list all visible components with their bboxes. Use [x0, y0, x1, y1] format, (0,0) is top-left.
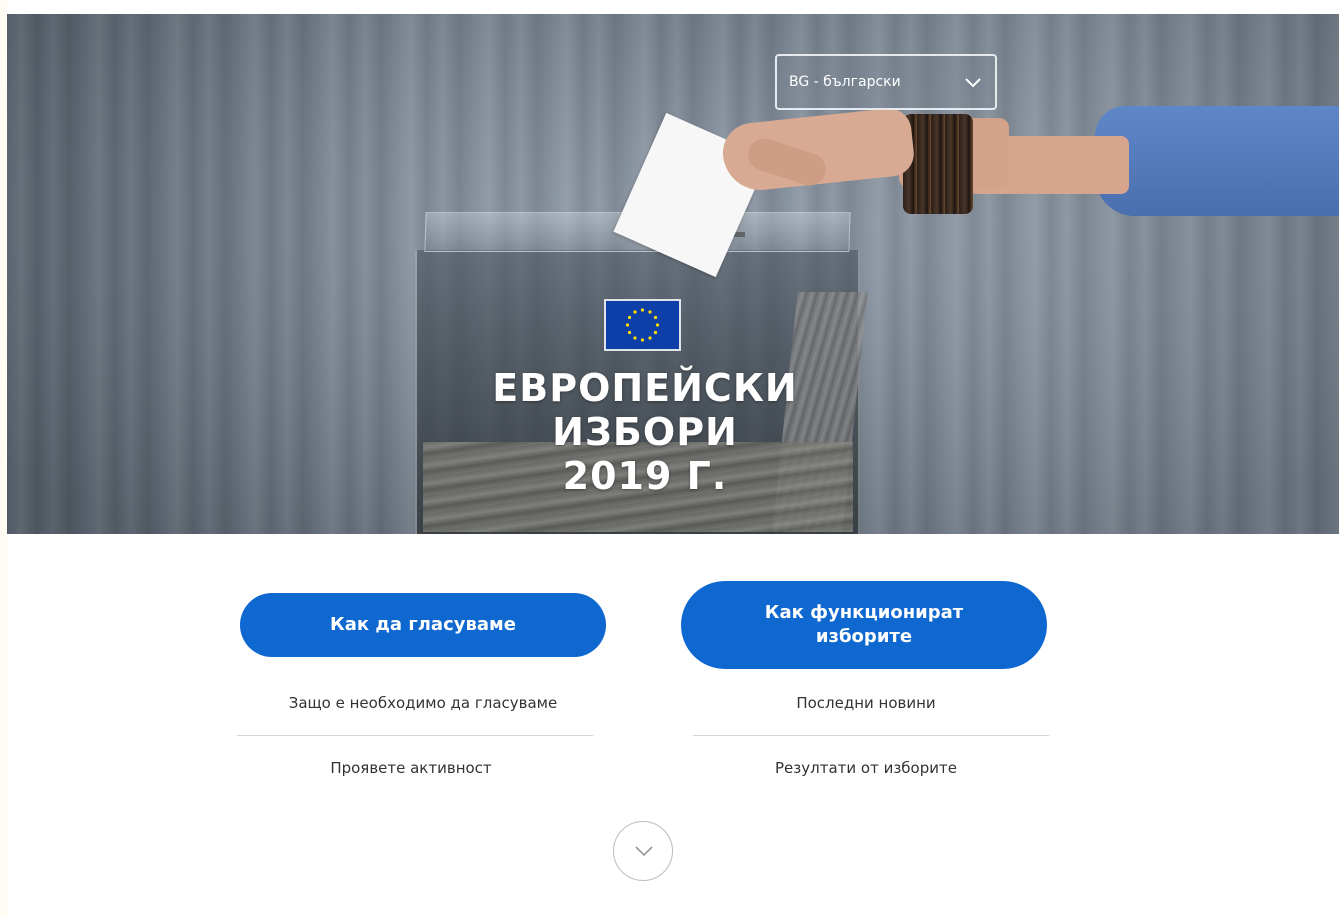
how-elections-work-button[interactable]: Как функционират изборите — [681, 581, 1047, 669]
chevron-down-icon — [965, 78, 981, 88]
eu-star — [648, 310, 652, 314]
eu-star — [633, 310, 637, 314]
hero-title-line-3: 2019 Г. — [562, 454, 728, 498]
eu-star — [627, 315, 632, 320]
voter-hand-image — [719, 106, 1339, 236]
language-select[interactable]: BG - български — [775, 54, 997, 110]
eu-star — [625, 323, 630, 327]
eu-star — [633, 336, 637, 340]
eu-star — [655, 323, 660, 327]
divider — [693, 735, 1049, 736]
hero-title-line-2: ИЗБОРИ — [552, 410, 738, 454]
how-elections-work-label: Как функционират изборите — [764, 602, 964, 647]
link-latest-news[interactable]: Последни новини — [688, 694, 1044, 712]
link-get-involved[interactable]: Проявете активност — [233, 759, 589, 777]
link-why-vote[interactable]: Защо е необходимо да гласуваме — [245, 694, 601, 712]
how-to-vote-button[interactable]: Как да гласуваме — [240, 593, 606, 657]
eu-star — [627, 330, 632, 335]
divider — [237, 735, 593, 736]
hero-title-line-1: ЕВРОПЕЙСКИ — [492, 366, 798, 410]
eu-star — [640, 338, 645, 342]
chevron-down-icon — [635, 846, 653, 857]
eu-star — [648, 336, 652, 340]
scroll-down-button[interactable] — [613, 821, 673, 881]
eu-star — [653, 330, 658, 335]
hero-banner: ЕВРОПЕЙСКИ ИЗБОРИ 2019 Г. BG - български — [7, 14, 1339, 534]
hero-title: ЕВРОПЕЙСКИ ИЗБОРИ 2019 Г. — [455, 366, 835, 498]
link-election-results[interactable]: Резултати от изборите — [688, 759, 1044, 777]
page: ЕВРОПЕЙСКИ ИЗБОРИ 2019 Г. BG - български… — [7, 0, 1339, 918]
eu-flag-icon — [604, 299, 681, 351]
eu-star — [653, 315, 658, 320]
language-select-value: BG - български — [789, 74, 901, 90]
eu-star — [640, 308, 645, 312]
